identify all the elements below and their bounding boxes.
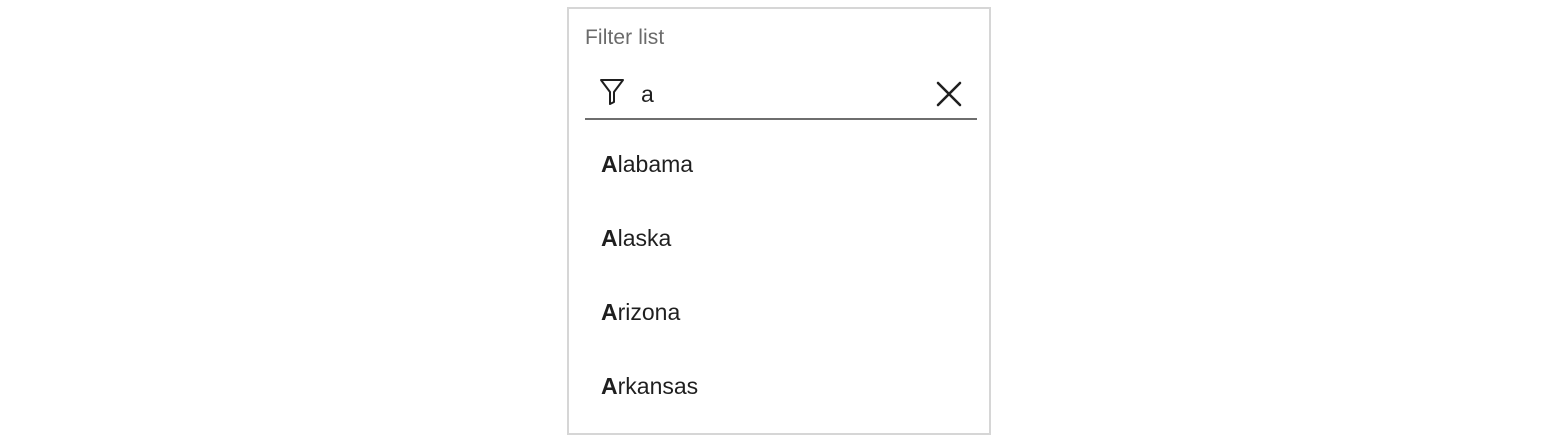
list-item[interactable]: Alaska: [585, 201, 977, 275]
list-item[interactable]: Alabama: [585, 127, 977, 201]
list-item[interactable]: Arizona: [585, 275, 977, 349]
funnel-icon: [599, 78, 625, 106]
match-highlight: A: [601, 299, 618, 325]
item-text: laska: [617, 225, 672, 251]
filter-list-label: Filter list: [585, 26, 665, 49]
item-text: rizona: [617, 299, 681, 325]
filter-input[interactable]: [641, 77, 931, 111]
item-text: rkansas: [617, 373, 699, 399]
close-icon: [936, 81, 962, 107]
item-text: labama: [617, 151, 694, 177]
list-item[interactable]: Arkansas: [585, 349, 977, 423]
filter-list-panel: Filter list Alabama Alaska Arizona Arkan…: [567, 7, 991, 435]
match-highlight: A: [601, 373, 618, 399]
match-highlight: A: [601, 151, 618, 177]
filter-field: [585, 73, 977, 120]
filtered-results-list: Alabama Alaska Arizona Arkansas: [585, 127, 977, 423]
match-highlight: A: [601, 225, 618, 251]
clear-filter-button[interactable]: [933, 78, 965, 110]
